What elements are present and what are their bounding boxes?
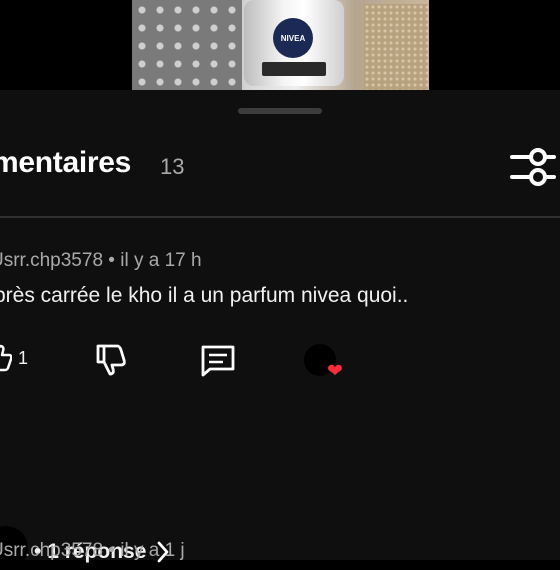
comment-time: il y a 1 j [120,540,185,561]
thumbs-down-icon[interactable] [94,342,128,378]
comment-author[interactable]: Usrr.chp3578 [0,250,103,271]
drag-handle[interactable] [238,108,322,114]
meta-separator: • [108,540,121,561]
comment-author[interactable]: Usrr.chp3578 [0,540,103,561]
meta-separator: • [108,250,121,271]
comments-count: 13 [160,154,185,179]
comment-meta: Usrr.chp3578 • il y a 17 h [0,250,202,272]
bottle-label [262,62,326,76]
like-count: 1 [18,347,29,368]
filter-icon[interactable] [508,145,558,189]
thumbs-up-icon [0,344,12,372]
video-player-area[interactable]: NIVEA [0,0,560,90]
reply-icon[interactable] [200,344,236,378]
video-thumbnail[interactable]: NIVEA [132,0,429,90]
comment-text: près carrée le kho il a un parfum nivea … [0,284,409,307]
soap-image [364,4,428,90]
towel-image [132,0,242,90]
header-divider [0,216,560,218]
comment-time: il y a 17 h [120,250,202,271]
comments-title: mentaires [0,146,132,179]
comment-meta: Usrr.chp3578 • il y a 1 j [0,540,185,562]
comments-sheet: mentaires 13 Usrr.chp3578 • il y a 17 h … [0,90,560,570]
creator-heart-icon: ❤ [327,361,343,382]
nivea-logo: NIVEA [273,18,313,58]
like-button[interactable]: 1 [0,344,28,372]
nivea-bottle-image: NIVEA [244,0,344,86]
